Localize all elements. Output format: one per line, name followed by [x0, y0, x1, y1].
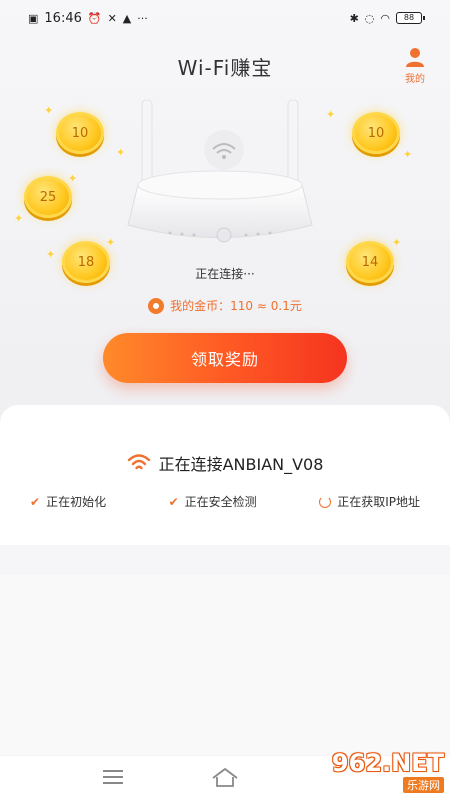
- content-area: [0, 575, 450, 755]
- loading-icon: [319, 495, 332, 508]
- connection-title: 正在连接ANBIAN_V08: [0, 451, 450, 475]
- sparkle-icon: ✦: [46, 248, 56, 261]
- sparkle-icon: ✦: [326, 108, 336, 121]
- page-title: Wi-Fi赚宝: [177, 56, 273, 80]
- check-icon: ✔: [30, 494, 41, 509]
- watermark-sub: 乐游网: [403, 777, 444, 793]
- connection-title-text: 正在连接ANBIAN_V08: [158, 455, 324, 474]
- bluetooth-icon: ✱: [349, 11, 359, 25]
- connection-steps: ✔ 正在初始化 ✔ 正在安全检测 正在获取IP地址: [30, 493, 420, 510]
- coin-bubble[interactable]: 10: [56, 112, 104, 154]
- step-label: 正在初始化: [46, 495, 107, 509]
- connection-card: 正在连接ANBIAN_V08 ✔ 正在初始化 ✔ 正在安全检测 正在获取IP地址: [0, 405, 450, 545]
- connecting-status: 正在连接···: [195, 267, 255, 281]
- sparkle-icon: ✦: [403, 148, 413, 161]
- coin-bubble[interactable]: 25: [24, 176, 72, 218]
- coin-balance: 我的金币：110 ≈ 0.1元: [0, 297, 450, 314]
- coin-bubble[interactable]: 10: [352, 112, 400, 154]
- status-bar: ▣ 16:46 ⏰ ✕ ▲ ··· ✱ ◌ ◠ 88: [28, 8, 425, 28]
- sparkle-icon: ✦: [44, 104, 54, 117]
- check-icon: ✔: [168, 494, 179, 509]
- me-label: 我的: [405, 74, 425, 85]
- wifi-signal-icon: ◠: [380, 11, 390, 25]
- notification-icon: ▣: [28, 11, 39, 25]
- coin-balance-label: 我的金币：110 ≈ 0.1元: [170, 299, 302, 313]
- home-icon[interactable]: [210, 766, 240, 788]
- more-icon: ···: [137, 11, 148, 25]
- battery-icon: 88: [396, 12, 425, 24]
- warning-icon: ▲: [122, 11, 132, 25]
- sparkle-icon: ✦: [116, 146, 126, 159]
- sparkle-icon: ✦: [14, 212, 24, 225]
- divider-strip: [0, 545, 450, 575]
- wifi-icon: [127, 454, 150, 470]
- sparkle-icon: ✦: [392, 236, 402, 249]
- router-illustration: [127, 99, 313, 243]
- step-item: ✔ 正在初始化: [30, 493, 106, 510]
- status-bar-right: ✱ ◌ ◠ 88: [349, 11, 425, 25]
- status-time: 16:46: [44, 10, 82, 26]
- sparkle-icon: ✦: [68, 172, 78, 185]
- step-item: 正在获取IP地址: [319, 493, 420, 510]
- sparkle-icon: ✦: [106, 236, 116, 249]
- me-button[interactable]: 我的: [398, 46, 432, 85]
- watermark-logo: 962.NET 乐游网: [314, 750, 444, 794]
- coin-icon: [148, 297, 165, 314]
- claim-reward-button[interactable]: 领取奖励: [103, 333, 347, 383]
- tools-icon: ✕: [107, 11, 117, 25]
- alarm-icon: ⏰: [87, 11, 102, 25]
- status-bar-left: ▣ 16:46 ⏰ ✕ ▲ ···: [28, 11, 148, 26]
- user-icon: [406, 48, 424, 67]
- watermark-main: 962.NET: [331, 749, 444, 777]
- step-label: 正在获取IP地址: [337, 495, 420, 509]
- step-item: ✔ 正在安全检测: [169, 493, 257, 510]
- mute-icon: ◌: [364, 11, 375, 25]
- step-label: 正在安全检测: [184, 495, 257, 509]
- menu-icon[interactable]: [103, 770, 123, 784]
